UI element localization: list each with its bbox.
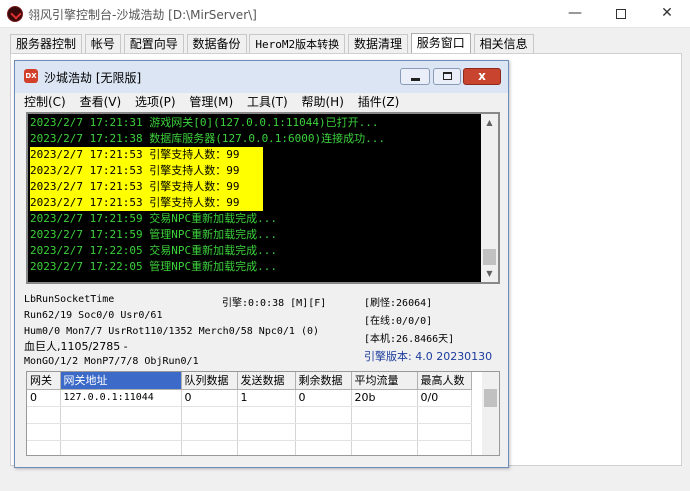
engine-window-title: 沙城浩劫 [无限版] xyxy=(44,71,142,85)
cell-queue: 0 xyxy=(181,389,238,407)
col-avg-traffic[interactable]: 平均流量 xyxy=(351,372,418,390)
cell-max: 0/0 xyxy=(417,389,472,407)
engine-window-titlebar: DX 沙城浩劫 [无限版] x xyxy=(15,61,508,93)
cell-address: 127.0.0.1:11044 xyxy=(60,389,182,407)
minimize-icon xyxy=(411,78,420,81)
col-gateway-address[interactable]: 网关地址 xyxy=(60,372,182,390)
empty-row xyxy=(27,406,472,424)
col-sent-data[interactable]: 发送数据 xyxy=(237,372,296,390)
log-line: 2023/2/7 17:21:38 数据库服务器(127.0.0.1:6000)… xyxy=(30,132,386,145)
tab-herom2-convert[interactable]: HeroM2版本转换 xyxy=(249,34,346,54)
log-scroll-thumb[interactable] xyxy=(483,249,496,265)
uptime-label: [本机:26.8466天] xyxy=(364,334,455,345)
engine-window: DX 沙城浩劫 [无限版] x 控制(C) 查看(V) 选项(P) 管理(M) … xyxy=(14,60,509,468)
socket-time-label: LbRunSocketTime xyxy=(24,294,115,305)
menu-tools[interactable]: 工具(T) xyxy=(242,92,293,112)
cell-gateway: 0 xyxy=(27,389,61,407)
log-console[interactable]: 2023/2/7 17:21:31 游戏网关[0](127.0.0.1:1104… xyxy=(26,112,500,284)
menu-options[interactable]: 选项(P) xyxy=(130,92,181,112)
cell-avg: 20b xyxy=(351,389,418,407)
grid-header-row: 网关 网关地址 队列数据 发送数据 剩余数据 平均流量 最高人数 xyxy=(27,372,472,390)
log-line: 2023/2/7 17:21:31 游戏网关[0](127.0.0.1:1104… xyxy=(30,116,379,129)
menu-help[interactable]: 帮助(H) xyxy=(297,92,349,112)
col-remaining-data[interactable]: 剩余数据 xyxy=(295,372,352,390)
app-titlebar: 翎风引擎控制台-沙城浩劫 [D:\MirServer\] — ✕ xyxy=(0,0,690,28)
tab-related-info[interactable]: 相关信息 xyxy=(473,34,534,54)
col-gateway[interactable]: 网关 xyxy=(27,372,61,390)
log-scrollbar[interactable]: ▲ ▼ xyxy=(481,114,498,282)
grid-scrollbar[interactable] xyxy=(482,372,499,455)
run-stats-label: Run62/19 Soc0/0 Usr0/61 xyxy=(24,310,163,321)
scroll-down-icon[interactable]: ▼ xyxy=(481,265,498,282)
empty-row xyxy=(27,423,472,441)
log-lines: 2023/2/7 17:21:31 游戏网关[0](127.0.0.1:1104… xyxy=(30,115,482,275)
boss-status-label: 血巨人,1105/2785 - xyxy=(24,340,128,353)
table-row[interactable]: 0 127.0.0.1:11044 0 1 0 20b 0/0 xyxy=(27,389,472,407)
log-line: 2023/2/7 17:22:05 管理NPC重新加载完成... xyxy=(30,260,277,273)
cell-remaining: 0 xyxy=(295,389,352,407)
menu-manage[interactable]: 管理(M) xyxy=(184,92,238,112)
engine-close-button[interactable]: x xyxy=(463,68,501,85)
col-queue-data[interactable]: 队列数据 xyxy=(181,372,238,390)
log-line-highlighted: 2023/2/7 17:21:53 引擎支持人数：99 xyxy=(30,163,263,179)
window-maximize-button[interactable] xyxy=(598,0,644,28)
log-line: 2023/2/7 17:22:05 交易NPC重新加载完成... xyxy=(30,244,277,257)
log-line: 2023/2/7 17:21:59 管理NPC重新加载完成... xyxy=(30,228,277,241)
app-title: 翎风引擎控制台-沙城浩劫 [D:\MirServer\] xyxy=(28,8,257,22)
maximize-icon xyxy=(443,72,452,80)
engine-menubar: 控制(C) 查看(V) 选项(P) 管理(M) 工具(T) 帮助(H) 插件(Z… xyxy=(19,92,504,112)
app-logo-icon xyxy=(7,6,23,22)
empty-row xyxy=(27,440,472,455)
tab-server-control[interactable]: 服务器控制 xyxy=(10,34,83,54)
log-line: 2023/2/7 17:21:59 交易NPC重新加载完成... xyxy=(30,212,277,225)
tab-service-window[interactable]: 服务窗口 xyxy=(410,33,471,55)
maximize-icon xyxy=(616,9,626,19)
log-line-highlighted: 2023/2/7 17:21:53 引擎支持人数：99 xyxy=(30,195,263,211)
monster-count-label: [刷怪:26064] xyxy=(364,298,433,309)
scroll-up-icon[interactable]: ▲ xyxy=(481,114,498,131)
engine-version-label: 引擎版本: 4.0 20230130 xyxy=(364,350,493,363)
window-minimize-button[interactable]: — xyxy=(552,0,598,28)
log-line-highlighted: 2023/2/7 17:21:53 引擎支持人数：99 xyxy=(30,147,263,163)
online-count-label: [在线:0/0/0] xyxy=(364,316,433,327)
main-tabs: 服务器控制 帐号 配置向导 数据备份 HeroM2版本转换 数据清理 服务窗口 … xyxy=(10,32,534,55)
col-max-users[interactable]: 最高人数 xyxy=(417,372,472,390)
tab-config-wizard[interactable]: 配置向导 xyxy=(123,34,184,54)
window-close-button[interactable]: ✕ xyxy=(644,0,690,28)
engine-time-label: 引擎:0:0:38 [M][F] xyxy=(222,298,327,309)
log-line-highlighted: 2023/2/7 17:21:53 引擎支持人数：99 xyxy=(30,179,263,195)
tab-account[interactable]: 帐号 xyxy=(84,34,121,54)
menu-control[interactable]: 控制(C) xyxy=(19,92,71,112)
menu-plugins[interactable]: 插件(Z) xyxy=(353,92,405,112)
engine-maximize-button[interactable] xyxy=(433,68,461,85)
tab-data-cleanup[interactable]: 数据清理 xyxy=(347,34,408,54)
mongo-stats-label: MonGO/1/2 MonP7/7/8 ObjRun0/1 xyxy=(24,356,199,367)
tab-data-backup[interactable]: 数据备份 xyxy=(186,34,247,54)
grid-scroll-thumb[interactable] xyxy=(484,389,497,407)
menu-view[interactable]: 查看(V) xyxy=(75,92,127,112)
gateway-grid[interactable]: 网关 网关地址 队列数据 发送数据 剩余数据 平均流量 最高人数 0 127.0… xyxy=(26,371,500,456)
engine-logo-icon: DX xyxy=(24,69,38,83)
engine-minimize-button[interactable] xyxy=(400,68,430,85)
hum-stats-label: Hum0/0 Mon7/7 UsrRot110/1352 Merch0/58 N… xyxy=(24,326,320,337)
cell-sent: 1 xyxy=(237,389,296,407)
